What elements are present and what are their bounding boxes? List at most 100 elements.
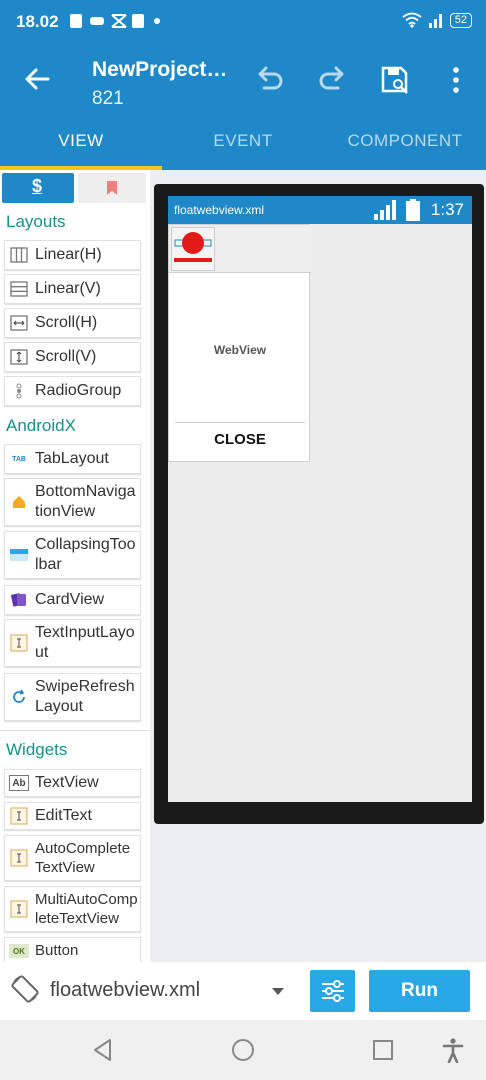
- phone-frame: floatwebview.xml 1:37 WebView CLOSE: [154, 184, 484, 824]
- multiautocomplete-icon: [9, 899, 29, 919]
- notification-app-icons: [70, 14, 160, 28]
- tab-view[interactable]: VIEW: [0, 120, 162, 170]
- cards-icon: [9, 590, 29, 610]
- tab-event[interactable]: EVENT: [162, 120, 324, 170]
- preview-time: 1:37: [430, 200, 464, 219]
- close-button[interactable]: CLOSE: [169, 431, 311, 448]
- palette-item-radiogroup[interactable]: RadioGroup: [4, 376, 141, 406]
- palette-item-swiperefreshlayout[interactable]: SwipeRefreshLayout: [4, 673, 141, 721]
- nav-home-icon[interactable]: [230, 1037, 256, 1063]
- palette-item-multiautocompletetextview[interactable]: MultiAutoCompleteTextView: [4, 886, 141, 932]
- palette-item-tablayout[interactable]: TAB TabLayout: [4, 444, 141, 474]
- palette-item-edittext[interactable]: EditText: [4, 802, 141, 830]
- wifi-icon: [402, 12, 422, 28]
- accessibility-icon[interactable]: [440, 1037, 466, 1063]
- palette-item-label: Button: [35, 942, 79, 959]
- palette-item-textview[interactable]: Ab TextView: [4, 769, 141, 797]
- app-logo-icon: [174, 232, 212, 262]
- system-nav-bar: [0, 1020, 486, 1080]
- linear-v-icon: [9, 279, 29, 299]
- preview-battery-icon: [406, 199, 420, 221]
- palette-item-label: AutoCompleteTextView: [35, 840, 131, 876]
- palette-item-label: MultiAutoCompleteTextView: [35, 891, 138, 927]
- palette-tab-bookmarks[interactable]: [78, 173, 146, 203]
- status-time: 18.02: [16, 12, 59, 31]
- palette-item-bottomnavigationview[interactable]: BottomNavigationView: [4, 478, 141, 526]
- palette-item-label: SwipeRefreshLayout: [35, 678, 135, 715]
- save-icon[interactable]: [379, 64, 411, 96]
- palette-item-label: Scroll(V): [35, 348, 97, 365]
- rotate-screen-icon[interactable]: [10, 974, 40, 1004]
- undo-icon[interactable]: [254, 64, 286, 96]
- scroll-h-icon: [9, 313, 29, 333]
- tab-component[interactable]: COMPONENT: [324, 120, 486, 170]
- palette-item-label: BottomNavigationView: [35, 483, 136, 520]
- float-webview-container[interactable]: WebView CLOSE: [168, 224, 311, 462]
- autocomplete-icon: [9, 848, 29, 868]
- editor-tabs: VIEW EVENT COMPONENT: [0, 120, 486, 170]
- nav-back-icon[interactable]: [90, 1037, 116, 1063]
- more-options-icon[interactable]: [440, 64, 472, 96]
- palette-item-label: Linear(H): [35, 246, 102, 263]
- palette-item-cardview[interactable]: CardView: [4, 585, 141, 615]
- palette-item-label: TabLayout: [35, 450, 109, 467]
- radiogroup-icon: [9, 381, 29, 401]
- status-bar: 18.02 52: [0, 0, 486, 46]
- bookmark-icon: [107, 181, 117, 195]
- home-icon: [9, 492, 29, 512]
- palette-item-label: TextInputLayout: [35, 624, 135, 661]
- palette-item-linear-h[interactable]: Linear(H): [4, 240, 141, 270]
- logo-image: [171, 227, 215, 271]
- textview-icon: Ab: [9, 775, 29, 791]
- palette-tab-widgets[interactable]: $: [2, 173, 74, 203]
- palette-item-label: TextView: [35, 774, 99, 791]
- category-androidx: AndroidX: [6, 416, 76, 435]
- edittext-icon: [9, 806, 29, 826]
- divider: [175, 422, 305, 423]
- button-icon: OK: [9, 944, 29, 958]
- palette-tabs: $: [0, 173, 150, 205]
- palette-item-label: Linear(V): [35, 280, 101, 297]
- dropdown-arrow-icon[interactable]: [268, 984, 288, 998]
- preview-file-name: floatwebview.xml: [174, 203, 265, 217]
- back-arrow-icon[interactable]: [22, 64, 52, 94]
- webview-placeholder: WebView: [213, 343, 267, 357]
- palette-item-linear-v[interactable]: Linear(V): [4, 274, 141, 304]
- bottom-toolbar: floatwebview.xml Run: [0, 962, 486, 1020]
- widget-palette: $ Layouts Linear(H) Linear(V) Scroll(H) …: [0, 170, 150, 962]
- tab-icon: TAB: [12, 455, 26, 463]
- sliders-icon: [321, 980, 344, 1002]
- palette-item-label: Scroll(H): [35, 314, 98, 331]
- palette-item-scroll-h[interactable]: Scroll(H): [4, 308, 141, 338]
- palette-item-label: EditText: [35, 807, 92, 824]
- palette-tab-label: $: [32, 176, 43, 196]
- palette-item-label: RadioGroup: [35, 382, 122, 399]
- run-button[interactable]: Run: [369, 970, 470, 1012]
- notification-icons: [70, 12, 162, 34]
- project-title: NewProject…: [92, 58, 228, 81]
- category-layouts: Layouts: [6, 212, 66, 231]
- preview-status-bar: floatwebview.xml 1:37: [168, 196, 472, 224]
- text-cursor-icon: [9, 633, 29, 653]
- linear-h-icon: [9, 245, 29, 265]
- refresh-icon: [9, 687, 29, 707]
- redo-icon[interactable]: [316, 64, 348, 96]
- battery-icon: 52: [449, 12, 472, 28]
- palette-item-button[interactable]: OK Button: [4, 937, 141, 962]
- palette-item-scroll-v[interactable]: Scroll(V): [4, 342, 141, 372]
- toolbar-icon: [9, 545, 29, 565]
- phone-screen[interactable]: floatwebview.xml 1:37 WebView CLOSE: [168, 196, 472, 802]
- project-id: 821: [92, 88, 124, 109]
- file-select[interactable]: floatwebview.xml: [50, 979, 200, 1002]
- palette-item-collapsingtoolbar[interactable]: CollapsingToolbar: [4, 531, 141, 579]
- preview-signal-icon: [374, 200, 396, 220]
- category-divider: [0, 730, 150, 731]
- signal-icon: [428, 14, 442, 28]
- nav-recents-icon[interactable]: [370, 1037, 396, 1063]
- category-widgets: Widgets: [6, 740, 68, 759]
- palette-item-textinputlayout[interactable]: TextInputLayout: [4, 619, 141, 667]
- palette-item-label: CardView: [35, 591, 105, 608]
- settings-button[interactable]: [310, 970, 355, 1012]
- palette-item-autocompletetextview[interactable]: AutoCompleteTextView: [4, 835, 141, 881]
- app-bar: NewProject… 821 VIEW EVENT COMPONENT: [0, 46, 486, 170]
